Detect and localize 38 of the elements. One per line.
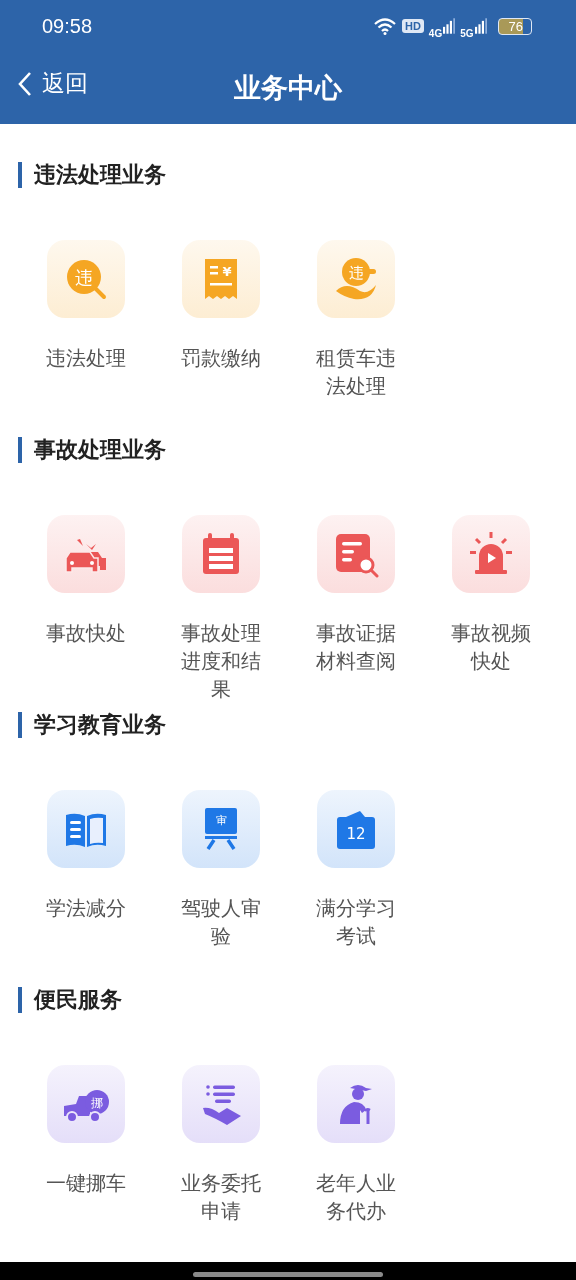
service-tile[interactable]: 审 bbox=[181, 790, 260, 868]
service-label: 满分学习考试 bbox=[314, 895, 397, 950]
service-tile[interactable]: 挪 bbox=[46, 1065, 125, 1143]
service-label: 租赁车违法处理 bbox=[314, 345, 397, 400]
service-tile[interactable] bbox=[316, 515, 395, 593]
service-label: 业务委托申请 bbox=[179, 1170, 262, 1225]
back-button[interactable]: 返回 bbox=[18, 68, 88, 99]
service-tile[interactable] bbox=[181, 1065, 260, 1143]
service-label: 事故证据材料查阅 bbox=[314, 620, 397, 675]
back-chevron-icon bbox=[18, 70, 32, 97]
service-label: 罚款缴纳 bbox=[179, 345, 262, 372]
network-type: 5G bbox=[460, 27, 474, 39]
service-label: 事故快处 bbox=[44, 620, 127, 647]
service-tile[interactable] bbox=[181, 515, 260, 593]
service-label: 违法处理 bbox=[44, 345, 127, 372]
service-label: 一键挪车 bbox=[44, 1170, 127, 1197]
section-heading: 事故处理业务 bbox=[18, 437, 576, 463]
hd-indicator: HD bbox=[401, 19, 424, 33]
service-tile[interactable] bbox=[451, 515, 530, 593]
signal-icon bbox=[474, 17, 487, 35]
section-heading: 违法处理业务 bbox=[18, 162, 576, 188]
wifi-icon bbox=[372, 17, 397, 35]
service-label: 驾驶人审验 bbox=[179, 895, 262, 950]
status-time: 09:58 bbox=[42, 14, 93, 38]
service-label: 事故处理进度和结果 bbox=[179, 620, 262, 703]
section-heading: 学习教育业务 bbox=[18, 712, 576, 738]
service-tile[interactable]: 12 bbox=[316, 790, 395, 868]
battery-indicator: 76 bbox=[497, 17, 532, 35]
service-label: 事故视频快处 bbox=[449, 620, 532, 675]
service-tile[interactable] bbox=[46, 790, 125, 868]
section-heading: 便民服务 bbox=[18, 987, 576, 1013]
service-label: 学法减分 bbox=[44, 895, 127, 922]
service-label: 老年人业务代办 bbox=[314, 1170, 397, 1225]
page-title: 业务中心 bbox=[234, 71, 342, 105]
service-tile[interactable] bbox=[316, 1065, 395, 1143]
network-type: 4G bbox=[428, 27, 443, 39]
service-tile[interactable] bbox=[46, 515, 125, 593]
signal-icon bbox=[443, 17, 456, 35]
